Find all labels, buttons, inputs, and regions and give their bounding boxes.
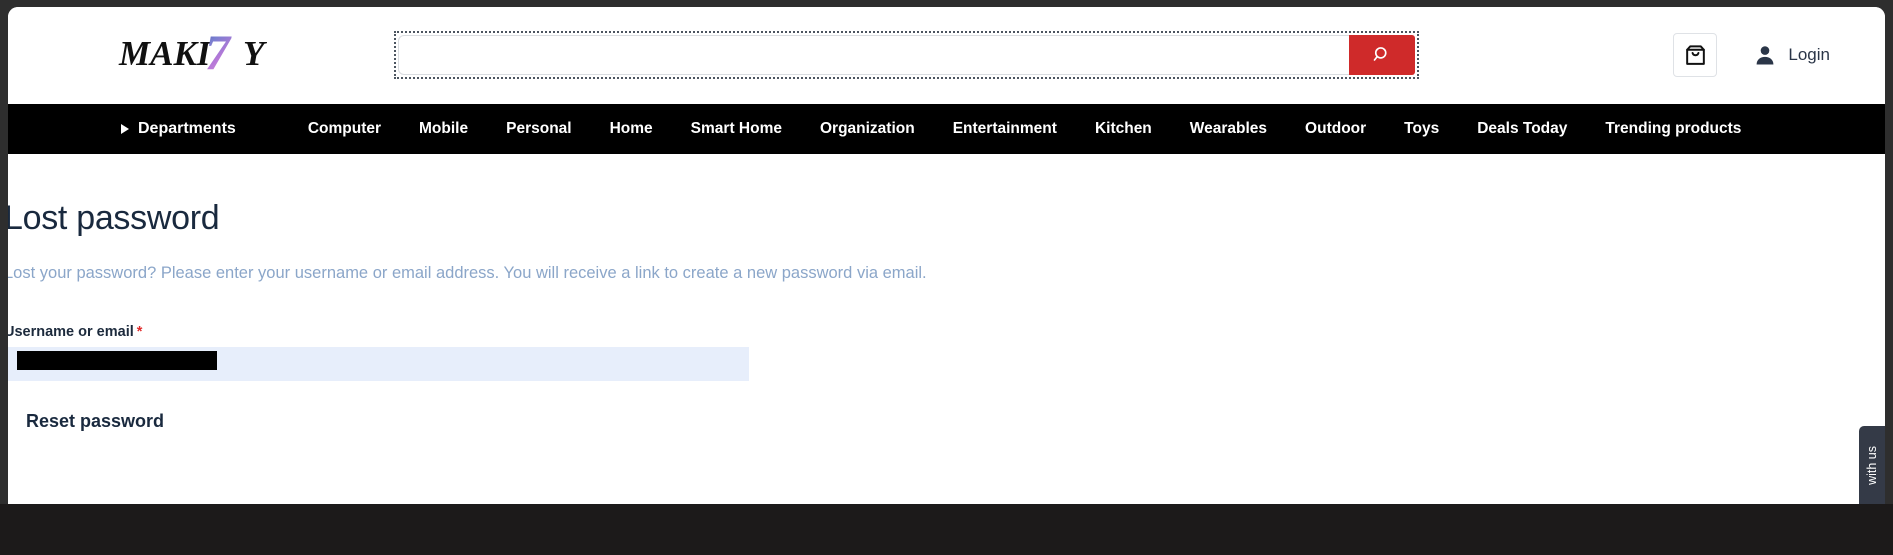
nav-item-mobile[interactable]: Mobile [400, 120, 487, 138]
logo-icon: MAKI 7 Y [118, 24, 268, 80]
nav-item-organization[interactable]: Organization [801, 120, 934, 138]
lost-password-form: Username or email * Reset password [8, 324, 749, 436]
username-field-wrap [8, 347, 749, 381]
nav-item-personal[interactable]: Personal [487, 120, 590, 138]
shopping-bag-icon [1686, 44, 1705, 65]
svg-text:7: 7 [205, 24, 232, 80]
nav-item-departments-label: Departments [138, 120, 236, 137]
nav-item-smart-home[interactable]: Smart Home [672, 120, 801, 138]
main-content: Lost password Lost your password? Please… [8, 154, 1885, 504]
cart-button[interactable] [1673, 33, 1718, 77]
search-bar-inner [398, 35, 1415, 75]
site-logo[interactable]: MAKI 7 Y [113, 21, 293, 83]
main-navigation: Departments Computer Mobile Personal Hom… [8, 104, 1885, 154]
reset-password-button[interactable]: Reset password [24, 407, 166, 436]
svg-text:MAKI: MAKI [118, 34, 212, 73]
required-asterisk: * [136, 324, 143, 340]
chat-widget-label: with us [1865, 445, 1879, 485]
login-link[interactable]: Login [1753, 43, 1830, 67]
username-label: Username or email * [8, 324, 749, 340]
nav-item-wearables[interactable]: Wearables [1171, 120, 1286, 138]
nav-item-entertainment[interactable]: Entertainment [934, 120, 1076, 138]
login-label: Login [1788, 45, 1830, 64]
page-surface: MAKI 7 Y Login Departments Computer Mobi… [8, 7, 1885, 504]
search-input[interactable] [398, 35, 1349, 75]
chat-widget-tab[interactable]: with us [1859, 426, 1885, 504]
svg-text:Y: Y [243, 34, 268, 73]
browser-window: MAKI 7 Y Login Departments Computer Mobi… [0, 0, 1893, 555]
search-submit-button[interactable] [1349, 35, 1415, 75]
page-title: Lost password [8, 199, 220, 237]
nav-item-deals-today[interactable]: Deals Today [1458, 120, 1586, 138]
search-icon [1373, 47, 1387, 61]
nav-item-kitchen[interactable]: Kitchen [1076, 120, 1171, 138]
search-bar [394, 31, 1419, 79]
username-or-email-input[interactable] [8, 347, 749, 381]
header-actions: Login [1673, 33, 1830, 77]
lost-password-description: Lost your password? Please enter your us… [8, 264, 927, 282]
caret-right-icon [121, 124, 129, 134]
nav-item-outdoor[interactable]: Outdoor [1286, 120, 1385, 138]
user-icon [1756, 46, 1774, 65]
nav-item-computer[interactable]: Computer [289, 120, 400, 138]
username-label-text: Username or email [8, 324, 134, 340]
nav-item-trending-products[interactable]: Trending products [1586, 120, 1760, 138]
site-header: MAKI 7 Y Login [8, 7, 1885, 104]
window-bottom-bar [0, 504, 1893, 555]
nav-item-home[interactable]: Home [591, 120, 672, 138]
nav-links: Computer Mobile Personal Home Smart Home… [289, 120, 1761, 138]
nav-item-departments[interactable]: Departments [121, 120, 236, 138]
nav-item-toys[interactable]: Toys [1385, 120, 1458, 138]
